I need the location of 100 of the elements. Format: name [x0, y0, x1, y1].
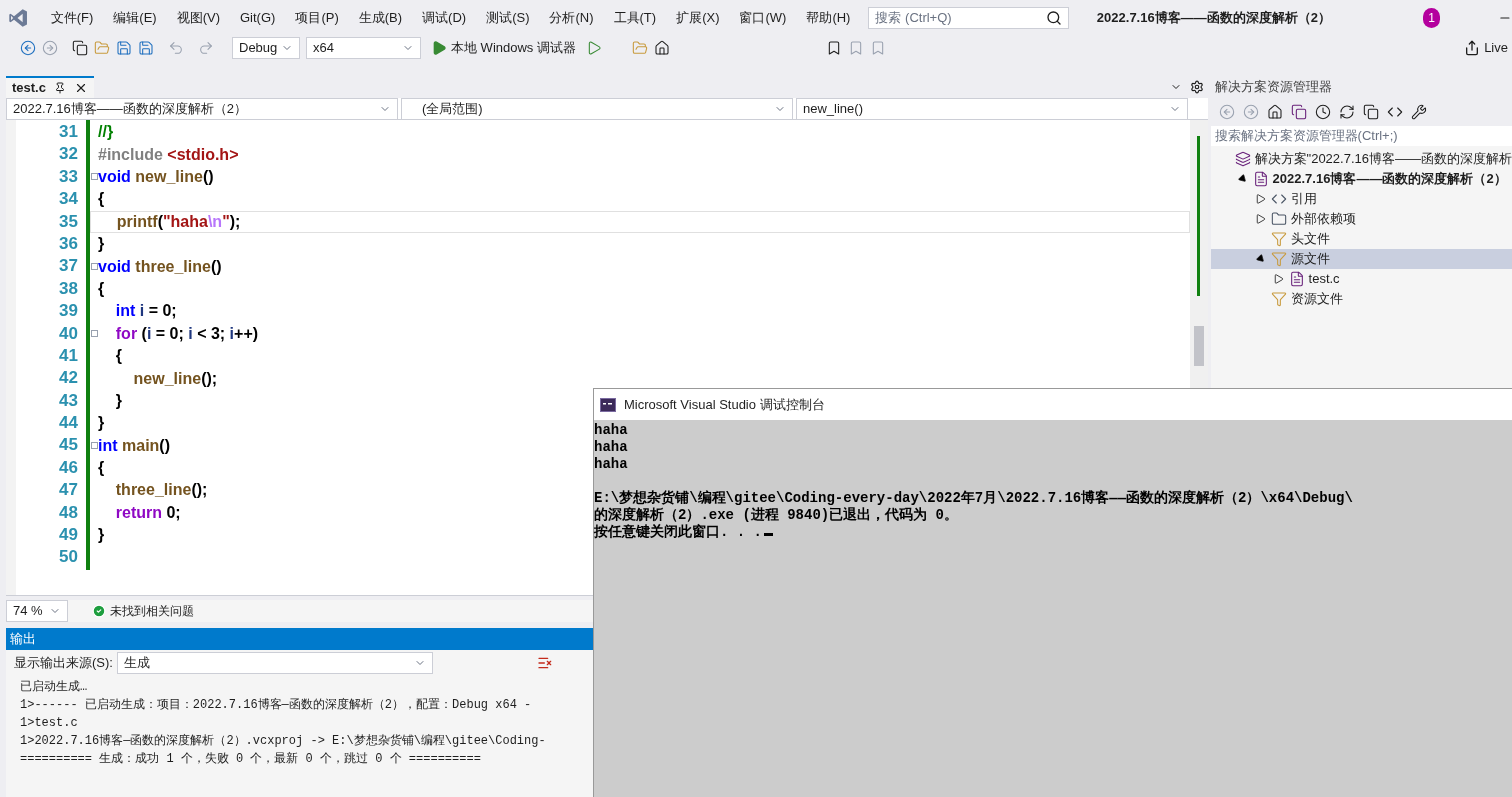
- menu-item[interactable]: 文件(F): [40, 8, 104, 28]
- new-project-icon[interactable]: [72, 40, 88, 56]
- settings-icon[interactable]: [1189, 80, 1204, 94]
- collapse-icon[interactable]: [1362, 104, 1379, 120]
- collapsed-arrow-icon[interactable]: [1273, 274, 1284, 284]
- line-number: 35: [59, 210, 78, 233]
- code-line: #include <stdio.h>: [98, 144, 239, 165]
- line-number: 40: [59, 322, 78, 345]
- menu-item[interactable]: 编辑(E): [103, 8, 167, 28]
- line-number: 39: [59, 300, 78, 323]
- pin-icon[interactable]: [53, 82, 66, 94]
- console-line: 的深度解析（2）.exe (进程 9840)已退出，代码为 0。: [594, 507, 960, 524]
- issues-status: 未找到相关问题: [110, 603, 194, 620]
- console-line: E:\梦想杂货铺\编程\gitee\Coding-every-day\2022年7月\2022.7.16博客——函数的深度解析（2）\x64\Debug\: [594, 490, 1354, 507]
- project-dropdown[interactable]: 2022.7.16博客——函数的深度解析（2）: [6, 97, 398, 120]
- editor-tab[interactable]: test.c: [6, 76, 94, 98]
- live-share-button[interactable]: Live: [1464, 38, 1512, 58]
- tree-label: 资源文件: [1290, 290, 1343, 309]
- fold-marker-icon[interactable]: [90, 263, 98, 271]
- scope-dropdown[interactable]: (全局范围): [401, 97, 793, 120]
- file-icon: [1288, 271, 1305, 287]
- window-title: 2022.7.16博客——函数的深度解析（2）: [1096, 9, 1331, 28]
- references-icon: [1270, 191, 1287, 207]
- panel-title: 输出: [10, 630, 36, 649]
- source-label: 显示输出来源(S):: [14, 654, 113, 673]
- menu-item[interactable]: 测试(S): [476, 8, 540, 28]
- line-number: 33: [59, 165, 78, 188]
- tree-item[interactable]: 资源文件: [1210, 289, 1512, 309]
- menu-item[interactable]: 帮助(H): [796, 8, 861, 28]
- menu-item[interactable]: 视图(V): [166, 8, 230, 28]
- switch-view-icon[interactable]: [1290, 104, 1307, 120]
- menu-item[interactable]: 工具(T): [603, 8, 667, 28]
- filter-icon: [1270, 251, 1287, 267]
- code-line: }: [98, 413, 105, 434]
- member-dropdown[interactable]: new_line(): [796, 97, 1188, 120]
- expanded-arrow-icon[interactable]: [1254, 253, 1267, 265]
- line-number: 31: [59, 121, 78, 143]
- code-line: printf("haha\n");: [115, 211, 241, 232]
- menu-item[interactable]: 调试(D): [412, 8, 477, 28]
- tree-label: 源文件: [1290, 250, 1330, 269]
- tree-item[interactable]: 解决方案"2022.7.16博客——函数的深度解析: [1210, 149, 1512, 169]
- menu-item[interactable]: Git(G): [230, 8, 286, 28]
- tree-item[interactable]: 源文件: [1210, 249, 1512, 269]
- code-line: new_line();: [132, 368, 218, 389]
- search-field[interactable]: 搜索解决方案资源管理器(Ctrl+;): [1210, 126, 1512, 146]
- notification-badge[interactable]: 1: [1422, 8, 1441, 28]
- console-title: Microsoft Visual Studio 调试控制台: [624, 395, 825, 414]
- filter-icon: [1270, 291, 1287, 307]
- configuration-dropdown[interactable]: Debug: [232, 37, 300, 59]
- line-number: 46: [59, 456, 78, 479]
- line-number: 50: [59, 546, 78, 569]
- collapsed-arrow-icon[interactable]: [1255, 194, 1266, 204]
- line-number: 49: [59, 524, 78, 547]
- menu-item[interactable]: 项目(P): [285, 8, 349, 28]
- output-source-dropdown[interactable]: 生成: [116, 652, 433, 674]
- menu-item[interactable]: 扩展(X): [666, 8, 730, 28]
- tree-item[interactable]: 外部依赖项: [1210, 209, 1512, 229]
- back-icon[interactable]: [20, 40, 36, 56]
- menu-item[interactable]: 生成(B): [348, 8, 413, 28]
- save-all-icon[interactable]: [138, 40, 154, 56]
- output-line: 1>test.c: [20, 715, 79, 732]
- code-line: {: [98, 278, 105, 299]
- save-icon[interactable]: [116, 40, 132, 56]
- clear-icon[interactable]: [536, 655, 553, 671]
- logo-icon: [8, 6, 29, 30]
- expanded-arrow-icon[interactable]: [1236, 173, 1249, 185]
- fold-marker-icon[interactable]: [90, 173, 98, 181]
- zoom-dropdown[interactable]: 74 %: [6, 600, 68, 622]
- line-number: 38: [59, 277, 78, 300]
- fold-marker-icon[interactable]: [90, 442, 98, 450]
- collapsed-arrow-icon[interactable]: [1255, 214, 1266, 224]
- code-icon[interactable]: [1386, 104, 1403, 120]
- home-icon[interactable]: [1266, 104, 1283, 120]
- home-icon[interactable]: [653, 40, 670, 56]
- run-button[interactable]: 本地 Windows 调试器: [427, 38, 580, 58]
- platform-dropdown[interactable]: x64: [306, 37, 421, 59]
- clock-icon[interactable]: [1314, 104, 1331, 120]
- tree-item[interactable]: test.c: [1210, 269, 1512, 289]
- project-icon: [1252, 171, 1269, 187]
- tree-label: 2022.7.16博客——函数的深度解析（2）: [1272, 170, 1507, 189]
- tree-item[interactable]: 引用: [1210, 189, 1512, 209]
- line-number: 32: [59, 143, 78, 166]
- line-number: 41: [59, 344, 78, 367]
- fold-marker-icon[interactable]: [90, 330, 98, 338]
- menu-item[interactable]: 窗口(W): [729, 8, 797, 28]
- console-line: haha: [594, 456, 629, 473]
- console-line: 按任意键关闭此窗口. . .: [594, 524, 1512, 541]
- refresh-icon[interactable]: [1338, 104, 1355, 120]
- share-icon: [1464, 40, 1481, 56]
- code-line: three_line();: [114, 480, 208, 501]
- console-line: haha: [594, 422, 629, 439]
- console-line: haha: [594, 439, 629, 456]
- tree-item[interactable]: 2022.7.16博客——函数的深度解析（2）: [1210, 169, 1512, 189]
- code-line: }: [98, 234, 105, 255]
- wrench-icon[interactable]: [1410, 104, 1427, 120]
- tree-item[interactable]: 头文件: [1210, 229, 1512, 249]
- search-field[interactable]: 搜索 (Ctrl+Q): [868, 7, 1069, 29]
- menu-item[interactable]: 分析(N): [539, 8, 604, 28]
- output-line: 1>2022.7.16博客—函数的深度解析（2）.vcxproj -> E:\梦想杂货铺\编程\gitee\Coding-: [20, 733, 547, 750]
- tree-label: 解决方案"2022.7.16博客——函数的深度解析: [1254, 150, 1512, 169]
